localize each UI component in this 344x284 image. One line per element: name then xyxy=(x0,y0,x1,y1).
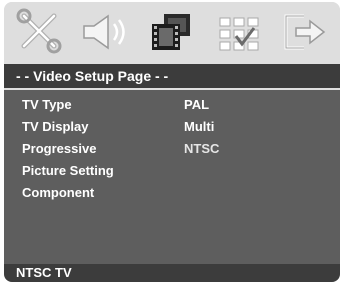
tab-exit[interactable] xyxy=(274,8,334,56)
setup-tab-bar xyxy=(4,2,340,60)
option-ntsc[interactable]: NTSC xyxy=(184,138,219,160)
menu-item-label: TV Type xyxy=(22,97,72,112)
menu-item-tv-display[interactable]: TV Display xyxy=(4,116,340,138)
status-bar: NTSC TV xyxy=(4,264,340,282)
menu-item-label: Component xyxy=(22,185,95,200)
menu-item-label: TV Display xyxy=(22,119,89,134)
menu-item-picture-setting[interactable]: Picture Setting xyxy=(4,160,340,182)
osd-setup-menu: - - Video Setup Page - - TV Type TV Disp… xyxy=(4,2,340,282)
menu-item-label: Picture Setting xyxy=(22,163,114,178)
settings-panel: TV Type TV Display Progressive Picture S… xyxy=(4,90,340,264)
tools-icon xyxy=(16,8,62,54)
tab-preference-setup[interactable] xyxy=(210,8,270,56)
tab-audio-setup[interactable] xyxy=(76,8,136,56)
option-pal[interactable]: PAL xyxy=(184,94,209,116)
option-multi[interactable]: Multi xyxy=(184,116,214,138)
film-icon xyxy=(152,14,190,50)
menu-item-label: Progressive xyxy=(22,141,97,156)
preference-grid-icon xyxy=(219,17,259,51)
page-title: - - Video Setup Page - - xyxy=(4,64,340,88)
menu-item-tv-type[interactable]: TV Type xyxy=(4,94,340,116)
speaker-icon xyxy=(83,14,125,50)
tab-general-setup[interactable] xyxy=(10,8,70,56)
exit-icon xyxy=(284,14,326,50)
tab-video-setup[interactable] xyxy=(144,8,204,56)
menu-item-progressive[interactable]: Progressive xyxy=(4,138,340,160)
menu-item-component[interactable]: Component xyxy=(4,182,340,204)
